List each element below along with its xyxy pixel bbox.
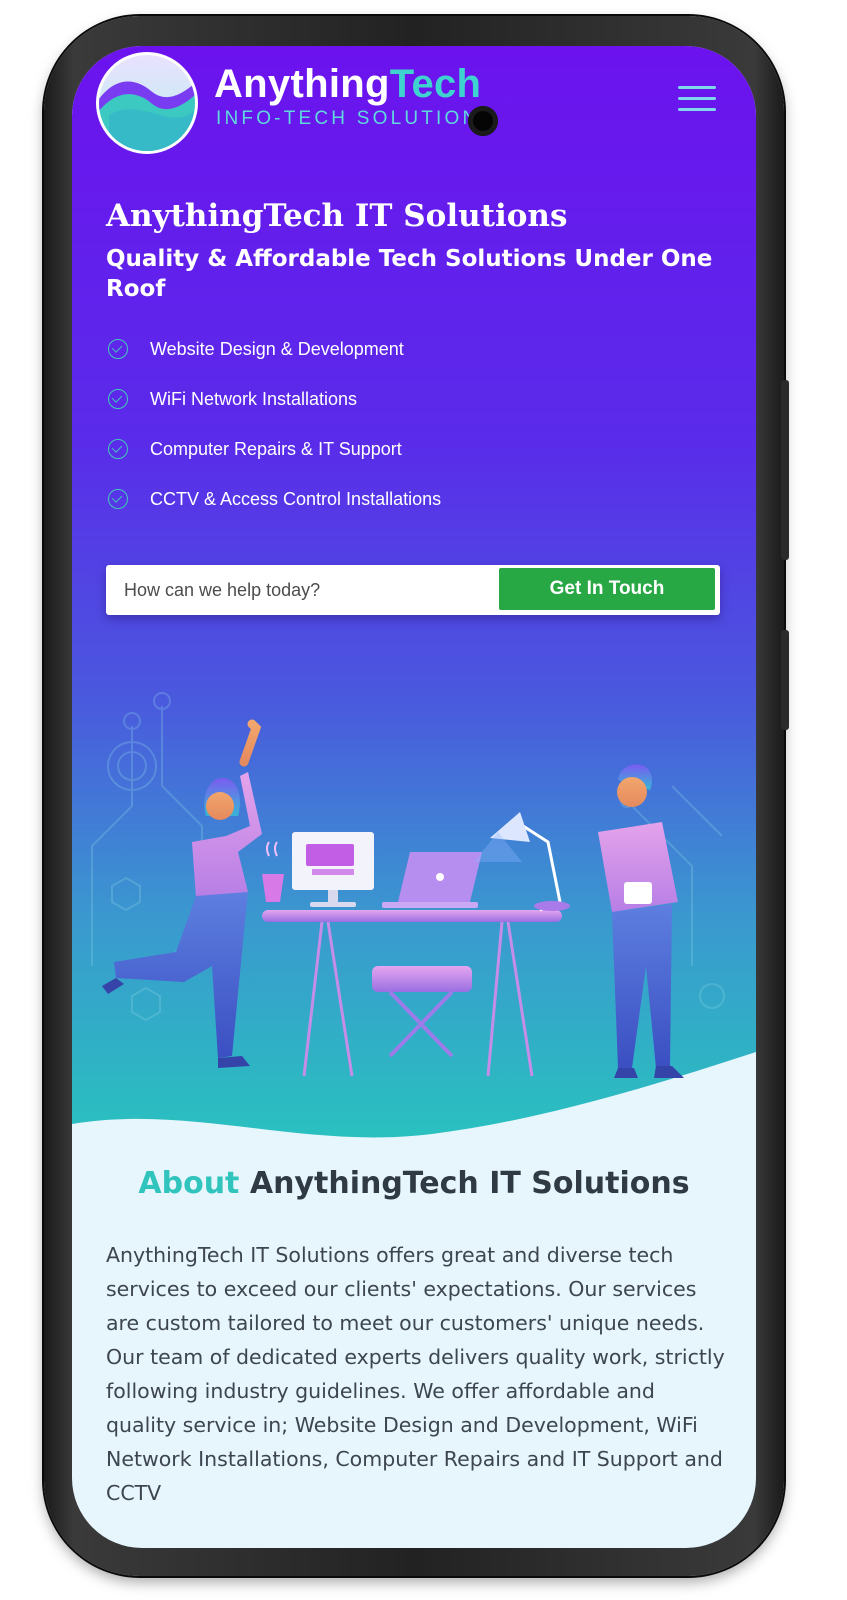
about-heading: About AnythingTech IT Solutions xyxy=(72,1164,756,1204)
service-label: Website Design & Development xyxy=(150,338,404,359)
desk xyxy=(262,910,562,1077)
about-heading-accent: About xyxy=(138,1166,240,1201)
phone-screen: AnythingTech INFO-TECH SOLUTIONS Anythin… xyxy=(72,46,756,1548)
check-circle-icon xyxy=(108,439,128,459)
hero-subtitle: Quality & Affordable Tech Solutions Unde… xyxy=(106,246,713,302)
brand-name-tech: Tech xyxy=(389,62,482,106)
service-item-cctv: CCTV & Access Control Installations xyxy=(108,474,441,524)
service-item-web-design: Website Design & Development xyxy=(108,324,441,374)
brand-tagline: INFO-TECH SOLUTIONS xyxy=(216,108,496,129)
service-label: Computer Repairs & IT Support xyxy=(150,438,402,459)
brand-name-anything: Anything xyxy=(214,62,390,106)
check-circle-icon xyxy=(108,389,128,409)
help-request-input[interactable] xyxy=(106,565,496,615)
monitor xyxy=(292,832,374,907)
hero-illustration xyxy=(91,692,725,1078)
about-heading-rest: AnythingTech IT Solutions xyxy=(249,1166,690,1201)
coffee-mug xyxy=(262,841,284,902)
hero-title: AnythingTech IT Solutions xyxy=(106,198,568,234)
about-text: AnythingTech IT Solutions offers great a… xyxy=(106,1243,725,1505)
logo-wave-icon xyxy=(99,81,195,151)
get-in-touch-button[interactable]: Get In Touch xyxy=(499,568,715,610)
front-camera xyxy=(468,106,498,136)
services-list: Website Design & Development WiFi Networ… xyxy=(108,324,441,524)
hamburger-menu-icon[interactable] xyxy=(678,86,716,114)
check-circle-icon xyxy=(108,339,128,359)
man-figure xyxy=(598,764,684,1078)
check-circle-icon xyxy=(108,489,128,509)
phone-volume-button xyxy=(781,380,789,560)
service-item-wifi: WiFi Network Installations xyxy=(108,374,441,424)
brand-logo[interactable] xyxy=(96,52,198,154)
desk-lamp xyxy=(474,812,570,912)
woman-figure xyxy=(102,719,262,1068)
brand-name[interactable]: AnythingTech xyxy=(214,60,481,108)
contact-form: Get In Touch xyxy=(106,565,720,615)
service-label: CCTV & Access Control Installations xyxy=(150,488,442,509)
stool xyxy=(372,966,472,1058)
phone-power-button xyxy=(781,630,789,730)
service-label: WiFi Network Installations xyxy=(150,388,358,409)
laptop xyxy=(382,852,482,908)
service-item-computer-repairs: Computer Repairs & IT Support xyxy=(108,424,441,474)
